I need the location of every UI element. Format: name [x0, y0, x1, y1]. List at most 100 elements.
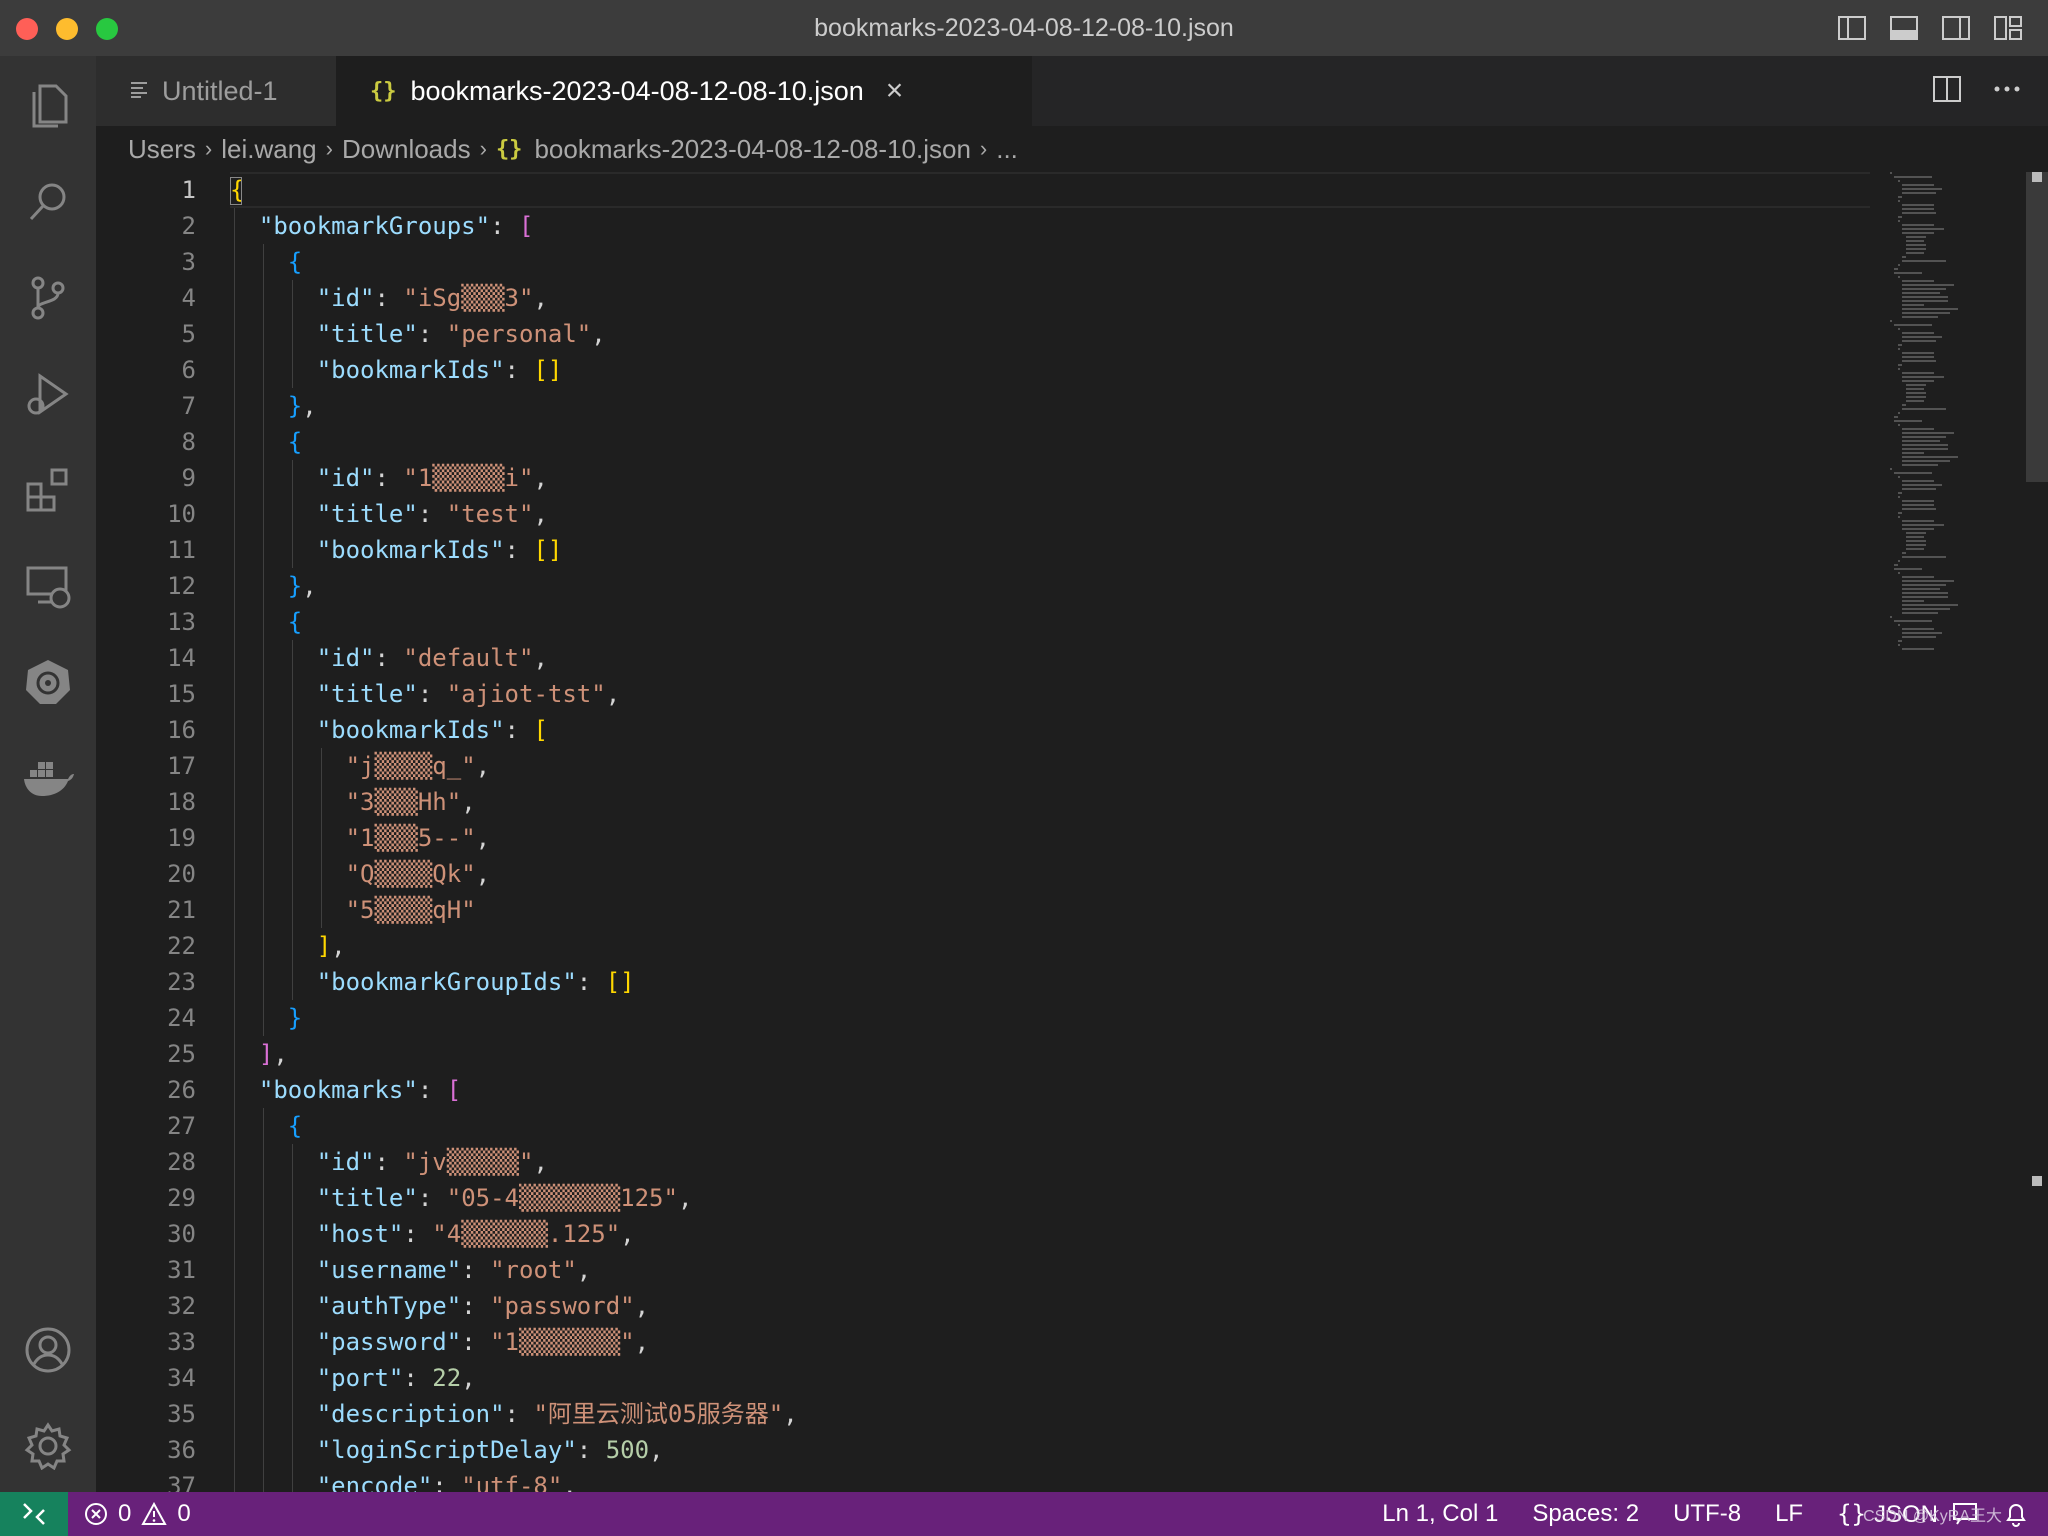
minimap-line [1906, 532, 1926, 534]
code-token: , [533, 500, 548, 528]
code-line[interactable]: "id": "1▒▒▒▒▒i", [230, 460, 1870, 496]
code-line[interactable]: "password": "1▒▒▒▒▒▒▒", [230, 1324, 1870, 1360]
split-editor-icon[interactable] [1932, 74, 1962, 109]
code-line[interactable]: { [230, 424, 1870, 460]
vertical-scrollbar[interactable] [2026, 172, 2048, 1492]
minimap-line [1898, 644, 1900, 646]
code-editor[interactable]: 1 2 3 4 5 6 7 8 9 10 11 12 13 14 15 16 17 18 19 20 21 22 23 24 2… [96, 172, 2048, 1492]
minimap-line [1902, 280, 1934, 282]
code-line[interactable]: "title": "ajiot-tst", [230, 676, 1870, 712]
problems-indicator[interactable]: 0 0 [84, 1492, 191, 1536]
search-icon[interactable] [0, 162, 96, 242]
run-and-debug-icon[interactable] [0, 354, 96, 434]
minimap-line [1894, 324, 1932, 326]
minimap-line [1894, 416, 1898, 418]
minimap[interactable] [1890, 172, 2010, 652]
settings-gear-icon[interactable] [0, 1406, 96, 1486]
code-line[interactable]: "id": "jv▒▒▒▒▒", [230, 1144, 1870, 1180]
indent-guide [262, 1144, 264, 1180]
code-line[interactable]: "title": "test", [230, 496, 1870, 532]
close-tab-icon[interactable]: × [886, 74, 904, 108]
breadcrumb-item-downloads[interactable]: Downloads [342, 134, 471, 165]
minimap-line [1894, 268, 1898, 270]
code-line[interactable]: "1▒▒▒5--", [230, 820, 1870, 856]
minimap-line [1902, 456, 1958, 458]
code-line[interactable]: ], [230, 928, 1870, 964]
breadcrumb-item-file[interactable]: bookmarks-2023-04-08-12-08-10.json [534, 134, 970, 165]
code-lines[interactable]: {"bookmarkGroups": [{"id": "iSg▒▒▒3", "ti… [230, 172, 1870, 1492]
code-line[interactable]: }, [230, 568, 1870, 604]
indent-guide [291, 964, 293, 1000]
minimap-line [1902, 376, 1944, 378]
code-line[interactable]: "bookmarkIds": [] [230, 352, 1870, 388]
breadcrumb-item-users[interactable]: Users [128, 134, 196, 165]
minimap-line [1902, 584, 1946, 586]
code-line[interactable]: "host": "4▒▒▒▒▒▒.125", [230, 1216, 1870, 1252]
code-line[interactable]: ], [230, 1036, 1870, 1072]
code-line[interactable]: "title": "05-4▒▒▒▒▒▒▒125", [230, 1180, 1870, 1216]
code-line[interactable]: { [230, 1108, 1870, 1144]
code-line[interactable]: "title": "personal", [230, 316, 1870, 352]
tab-bookmarks-json[interactable]: {} bookmarks-2023-04-08-12-08-10.json × [336, 56, 1032, 126]
code-line[interactable]: "description": "阿里云测试05服务器", [230, 1396, 1870, 1432]
code-line[interactable]: "j▒▒▒▒q_", [230, 748, 1870, 784]
accounts-icon[interactable] [0, 1310, 96, 1390]
cursor-position[interactable]: Ln 1, Col 1 [1382, 1500, 1498, 1528]
code-line[interactable]: "3▒▒▒Hh", [230, 784, 1870, 820]
toggle-panel-icon[interactable] [1888, 14, 1920, 42]
code-token: , [591, 320, 606, 348]
code-token: : [374, 464, 404, 492]
more-actions-icon[interactable] [1992, 74, 2022, 109]
code-line[interactable]: { [230, 604, 1870, 640]
indent-guide [320, 892, 322, 928]
indent-guide [234, 1432, 235, 1468]
line-number: 1 [181, 176, 196, 204]
indent-guide [262, 676, 264, 712]
toggle-primary-sidebar-icon[interactable] [1836, 14, 1868, 42]
end-of-line[interactable]: LF [1775, 1500, 1803, 1528]
code-line[interactable]: "bookmarkGroups": [ [230, 208, 1870, 244]
code-line[interactable]: "bookmarkIds": [] [230, 532, 1870, 568]
kubernetes-icon[interactable] [0, 642, 96, 722]
editor-tab-bar: Untitled-1 {} bookmarks-2023-04-08-12-08… [96, 56, 2048, 126]
code-line[interactable]: "username": "root", [230, 1252, 1870, 1288]
code-token: "username" [316, 1256, 462, 1284]
code-line[interactable]: "id": "iSg▒▒▒3", [230, 280, 1870, 316]
code-line[interactable]: { [230, 172, 1870, 208]
code-line[interactable]: "port": 22, [230, 1360, 1870, 1396]
code-line[interactable]: { [230, 244, 1870, 280]
customize-layout-icon[interactable] [1992, 14, 2024, 42]
remote-explorer-icon[interactable] [0, 546, 96, 626]
code-token: [] [533, 356, 563, 384]
tab-untitled-1[interactable]: Untitled-1 [96, 56, 336, 126]
scrollbar-cursor-marker [2032, 172, 2042, 182]
code-line[interactable]: "bookmarkGroupIds": [] [230, 964, 1870, 1000]
file-encoding[interactable]: UTF-8 [1673, 1500, 1741, 1528]
indent-guide [262, 1252, 264, 1288]
code-line[interactable]: "bookmarks": [ [230, 1072, 1870, 1108]
minimap-line [1898, 196, 1902, 198]
code-line[interactable]: "authType": "password", [230, 1288, 1870, 1324]
code-token: , [620, 1220, 635, 1248]
code-line[interactable]: "bookmarkIds": [ [230, 712, 1870, 748]
scrollbar-thumb[interactable] [2026, 172, 2048, 482]
code-line[interactable]: } [230, 1000, 1870, 1036]
extensions-icon[interactable] [0, 450, 96, 530]
explorer-icon[interactable] [0, 66, 96, 146]
code-line[interactable]: "5▒▒▒▒qH" [230, 892, 1870, 928]
code-line[interactable]: "loginScriptDelay": 500, [230, 1432, 1870, 1468]
breadcrumb-item-user[interactable]: lei.wang [221, 134, 316, 165]
breadcrumb-item-symbols[interactable]: ... [996, 134, 1018, 165]
code-line[interactable]: "Q▒▒▒▒Qk", [230, 856, 1870, 892]
code-line[interactable]: "id": "default", [230, 640, 1870, 676]
code-line[interactable]: }, [230, 388, 1870, 424]
source-control-icon[interactable] [0, 258, 96, 338]
indent-guide [234, 1288, 235, 1324]
docker-icon[interactable] [0, 738, 96, 818]
toggle-secondary-sidebar-icon[interactable] [1940, 14, 1972, 42]
remote-indicator[interactable] [0, 1492, 68, 1536]
minimap-line [1902, 208, 1934, 210]
indentation[interactable]: Spaces: 2 [1532, 1500, 1639, 1528]
code-line[interactable]: "encode": "utf-8", [230, 1468, 1870, 1492]
code-token: : [374, 1148, 404, 1176]
